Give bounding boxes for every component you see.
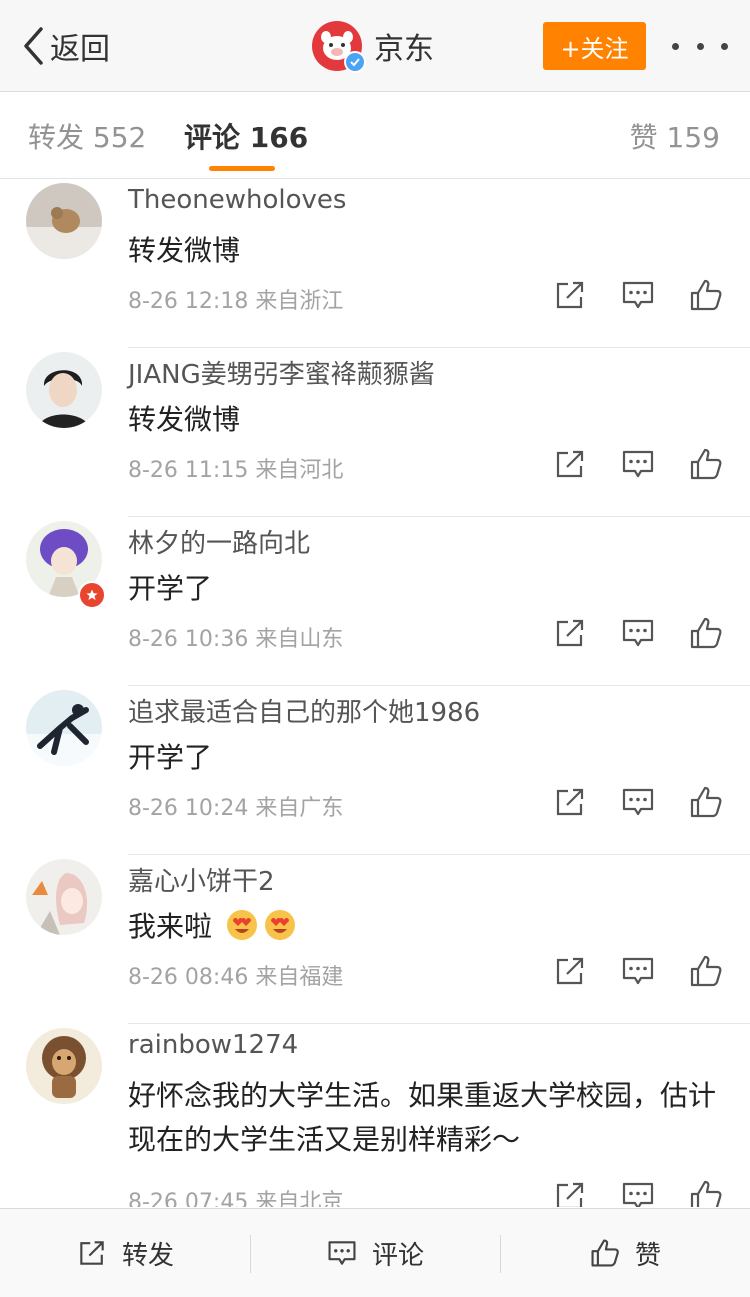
comment-label: 评论 [371,1240,424,1271]
comment-meta: 8-26 07:45 来自北京 [128,1190,344,1207]
share-icon[interactable] [552,953,588,989]
avatar[interactable] [26,859,102,935]
thumbs-up-icon[interactable] [688,784,724,820]
comment-username[interactable]: 嘉心小饼干2 [128,861,275,898]
comment-text: 开学了 [128,741,213,774]
follow-button[interactable]: +关注 [543,22,646,70]
comment-meta: 8-26 11:15 来自河北 [128,458,344,483]
avatar[interactable] [26,1028,102,1104]
share-icon[interactable] [552,615,588,651]
share-icon[interactable] [552,277,588,313]
comment-item: 追求最适合自己的那个她1986 开学了 8-26 10:24 来自广东 [0,686,750,855]
comment-meta: 8-26 12:18 来自浙江 [128,289,344,314]
back-button[interactable]: 返回 [22,24,110,68]
comment-item: JIANG姜甥弜李蜜袶颟豲酱 转发微博 8-26 11:15 来自河北 [0,348,750,517]
repost-button[interactable]: 转发 [0,1209,250,1297]
share-icon [80,1241,104,1265]
tab-comments[interactable]: 评论 166 [184,116,308,156]
reply-icon[interactable] [620,277,656,313]
thumbs-up-icon[interactable] [688,277,724,313]
tab-likes[interactable]: 赞 159 [630,116,720,156]
reply-icon[interactable] [620,1178,656,1207]
comment-text: 开学了 [128,572,213,605]
comment-text: 转发微博 [128,234,241,267]
detail-tabs: 转发 552 评论 166 赞 159 [0,92,750,179]
comment-meta: 8-26 10:24 来自广东 [128,796,344,821]
comment-item: Theonewholoves 转发微博 8-26 12:18 来自浙江 [0,179,750,348]
comment-button[interactable]: 评论 [250,1209,500,1297]
comment-meta: 8-26 10:36 来自山东 [128,627,344,652]
reply-icon[interactable] [620,446,656,482]
reply-icon[interactable] [620,953,656,989]
thumbs-up-icon[interactable] [688,1178,724,1207]
account-header[interactable]: 京东 [312,20,434,73]
avatar[interactable] [26,690,102,766]
comment-item: rainbow1274 好怀念我的大学生活。如果重返大学校园，估计现在的大学生活… [0,1024,750,1207]
share-icon[interactable] [552,784,588,820]
repost-label: 转发 [121,1240,174,1271]
comment-item: 林夕的一路向北 开学了 8-26 10:36 来自山东 [0,517,750,686]
heart-eyes-emoji-icon [264,910,295,940]
comment-text: 我来啦 [128,905,718,949]
heart-eyes-emoji-icon [226,910,257,940]
avatar[interactable] [26,183,102,259]
thumbs-up-icon[interactable] [688,953,724,989]
reply-icon[interactable] [620,615,656,651]
account-avatar[interactable] [312,21,366,73]
like-label: 赞 [634,1240,661,1271]
like-button[interactable]: 赞 [500,1209,750,1297]
verified-badge-icon [344,51,366,73]
chevron-left-icon [24,27,43,65]
share-icon[interactable] [552,1178,588,1207]
comment-item: 嘉心小饼干2 我来啦 8-26 08:46 来自福建 [0,855,750,1024]
comment-meta: 8-26 08:46 来自福建 [128,965,344,990]
comment-icon [328,1241,356,1265]
comment-text-content: 我来啦 [128,910,213,943]
tab-reposts[interactable]: 转发 552 [28,116,146,156]
thumbs-up-icon[interactable] [688,446,724,482]
comment-username[interactable]: Theonewholoves [128,185,346,215]
comment-text: 转发微博 [128,403,241,436]
back-label: 返回 [50,32,110,67]
more-options-icon[interactable] [672,30,728,62]
comment-username[interactable]: rainbow1274 [128,1030,298,1060]
comment-username[interactable]: JIANG姜甥弜李蜜袶颟豲酱 [128,354,435,391]
share-icon[interactable] [552,446,588,482]
comment-username[interactable]: 林夕的一路向北 [128,523,310,560]
reply-icon[interactable] [620,784,656,820]
avatar[interactable] [26,352,102,428]
comment-username[interactable]: 追求最适合自己的那个她1986 [128,692,480,729]
thumbs-up-icon [591,1239,619,1267]
active-tab-indicator [209,166,275,171]
account-name[interactable]: 京东 [374,24,434,68]
thumbs-up-icon[interactable] [688,615,724,651]
comment-list: Theonewholoves 转发微博 8-26 12:18 来自浙江 JIAN… [0,179,750,1207]
comment-text: 好怀念我的大学生活。如果重返大学校园，估计现在的大学生活又是别样精彩～ [128,1079,717,1156]
bottom-action-bar: 转发 评论 赞 [0,1208,750,1297]
nav-bar: 返回 京东 +关注 [0,0,750,92]
vip-badge-icon [78,581,106,609]
